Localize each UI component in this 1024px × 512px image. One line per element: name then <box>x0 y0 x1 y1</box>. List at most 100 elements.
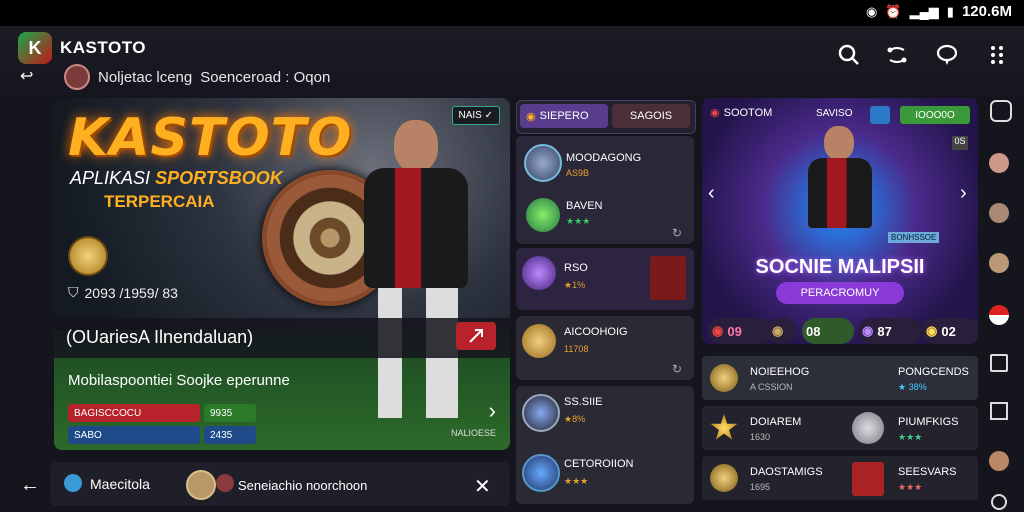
list-item-title: CETOROIION <box>564 458 634 470</box>
star-icon <box>710 414 738 440</box>
trophy-icon <box>524 144 562 182</box>
avatar[interactable] <box>986 250 1012 276</box>
gem-icon <box>526 198 560 232</box>
feature-card[interactable]: ◉ SOOTOM SAVISO IOOO0O 0S ‹ › BONHSSOE SO… <box>702 98 978 344</box>
bottom-text: Seneiachio noorchoon <box>238 478 368 493</box>
profile-icon <box>64 64 90 90</box>
avatar[interactable] <box>186 470 216 500</box>
close-icon[interactable]: ✕ <box>474 474 491 499</box>
card-title: SOCNIE MALIPSII <box>755 256 925 278</box>
shield-icon <box>522 454 560 492</box>
hexagon-icon[interactable] <box>990 100 1012 122</box>
card-tab[interactable]: SAVISO <box>816 108 853 119</box>
list-item-sub: ★1% <box>564 280 586 290</box>
avatar[interactable] <box>986 150 1012 176</box>
list-item-sub: AS9B <box>566 168 590 178</box>
row-title: DOIAREM <box>750 416 802 428</box>
chevron-left-icon[interactable]: ‹ <box>708 182 715 205</box>
search-icon[interactable] <box>986 494 1012 510</box>
more-icon[interactable] <box>984 42 1010 68</box>
helmet-icon <box>522 394 560 432</box>
card-cta-button[interactable]: PERACROMUY <box>776 282 904 304</box>
refresh-icon[interactable]: ↻ <box>672 362 682 376</box>
shield-icon: ◉ <box>866 3 878 19</box>
player-image <box>800 126 880 244</box>
badge-icon <box>522 256 556 290</box>
coin-icon: ◉ <box>526 110 536 123</box>
list-row[interactable]: DOIAREM 1630 PIUMFKIGS ★★★ <box>702 406 978 450</box>
list-item-title: RSO <box>564 262 588 274</box>
chip-item[interactable]: 2435 <box>204 426 256 444</box>
bottom-label[interactable]: Maecitola <box>90 476 150 492</box>
medal-icon <box>710 364 738 392</box>
card-header: ◉ SOOTOM <box>710 106 773 120</box>
chevron-right-icon[interactable]: › <box>489 398 496 424</box>
card-action-button[interactable]: IOOO0O <box>900 106 970 124</box>
list-item-title: BAVEN <box>566 200 603 212</box>
row-right-sub: ★★★ <box>898 482 923 492</box>
player-image <box>354 120 474 420</box>
globe-icon <box>64 474 82 492</box>
edit-icon[interactable] <box>986 350 1012 376</box>
avatar[interactable] <box>986 448 1012 474</box>
tab-active[interactable]: ◉ SIEPERO <box>520 104 608 128</box>
share-icon[interactable] <box>884 42 910 68</box>
chip-item[interactable]: 9935 <box>204 404 256 422</box>
card-thumbnail[interactable] <box>650 256 686 300</box>
chip-item[interactable]: BAGISCCOCU <box>68 404 200 422</box>
breadcrumb-label: Noljetac lceng <box>98 68 193 86</box>
row-title: DAOSTAMIGS <box>750 466 823 478</box>
list-item-title: SS.SIIE <box>564 396 603 408</box>
refresh-icon[interactable]: ↻ <box>672 226 682 240</box>
list-item-title: MOODAGONG <box>566 152 642 164</box>
breadcrumb-sub: Soenceroad : Oqon <box>200 68 331 86</box>
row-right-sub: ★★★ <box>898 432 923 442</box>
bookmark-icon[interactable] <box>986 398 1012 424</box>
row-right-title: PIUMFKIGS <box>898 416 959 428</box>
chevron-right-icon[interactable]: › <box>960 182 967 205</box>
row-right-title: PONGCENDS <box>898 366 969 378</box>
breadcrumb[interactable]: Noljetac lceng Soenceroad : Oqon <box>64 64 330 90</box>
arrow-left-icon[interactable]: ← <box>20 474 40 497</box>
grid-icon[interactable] <box>870 106 890 124</box>
avatar[interactable] <box>986 200 1012 226</box>
signal-icon: ▂▄▆ <box>909 3 939 19</box>
row-right-title: SEESVARS <box>898 466 957 478</box>
app-logo: K <box>18 32 52 64</box>
stat-pill: ◉ 87 <box>858 318 922 344</box>
chat-icon[interactable] <box>934 42 960 68</box>
tagline-secondary: TERPERCAIA <box>104 192 215 211</box>
promo-bar: (OUariesA Ilnendaluan) <box>54 318 510 358</box>
row-sub: A CSSION <box>750 382 793 392</box>
tagline: APLIKASI SPORTSBOOK <box>70 168 283 188</box>
list-item-sub: ★★★ <box>566 216 591 226</box>
status-bar: ◉ ⏰ ▂▄▆ ▮ 120.6M <box>0 0 1024 26</box>
stat-icon-pill: ◉ <box>768 318 796 344</box>
list-item-sub: ★8% <box>564 414 586 424</box>
promo-title: (OUariesA Ilnendaluan) <box>66 327 254 347</box>
coin-icon <box>710 464 738 492</box>
row-sub: 1630 <box>750 432 771 442</box>
alarm-icon: ⏰ <box>885 3 902 19</box>
app-title: KASTOTO <box>60 38 146 57</box>
hero-stats: ⛉ 2093 /1959/ 83 <box>68 284 178 301</box>
list-item-sub: 11708 <box>564 344 589 354</box>
back-arrow-icon[interactable]: ↩ <box>20 66 33 86</box>
player-thumbnail <box>852 462 884 496</box>
avatar-small <box>216 474 234 492</box>
row-right-sub: ★ 38% <box>898 382 927 392</box>
hero-subtitle: Mobilaspoontiei Soojke eperunne <box>68 372 290 389</box>
list-row[interactable]: DAOSTAMIGS 1695 SEESVARS ★★★ <box>702 456 978 500</box>
search-icon[interactable] <box>836 42 862 68</box>
chip-item[interactable]: SABO <box>68 426 200 444</box>
tab-secondary[interactable]: SAGOIS <box>612 104 690 128</box>
list-row[interactable]: NOIEEHOG A CSSION PONGCENDS ★ 38% <box>702 356 978 400</box>
shield-icon: ⛉ <box>68 284 79 300</box>
stat-pill: ◉ 02 <box>922 318 978 344</box>
pokeball-icon[interactable] <box>986 302 1012 328</box>
promo-action-button[interactable] <box>456 322 496 350</box>
stat-pill: ◉ 09 <box>708 318 772 344</box>
row-sub: 1695 <box>750 482 771 492</box>
row-title: NOIEEHOG <box>750 366 810 378</box>
hero-banner[interactable]: KASTOTO APLIKASI SPORTSBOOK TERPERCAIA N… <box>54 98 510 450</box>
